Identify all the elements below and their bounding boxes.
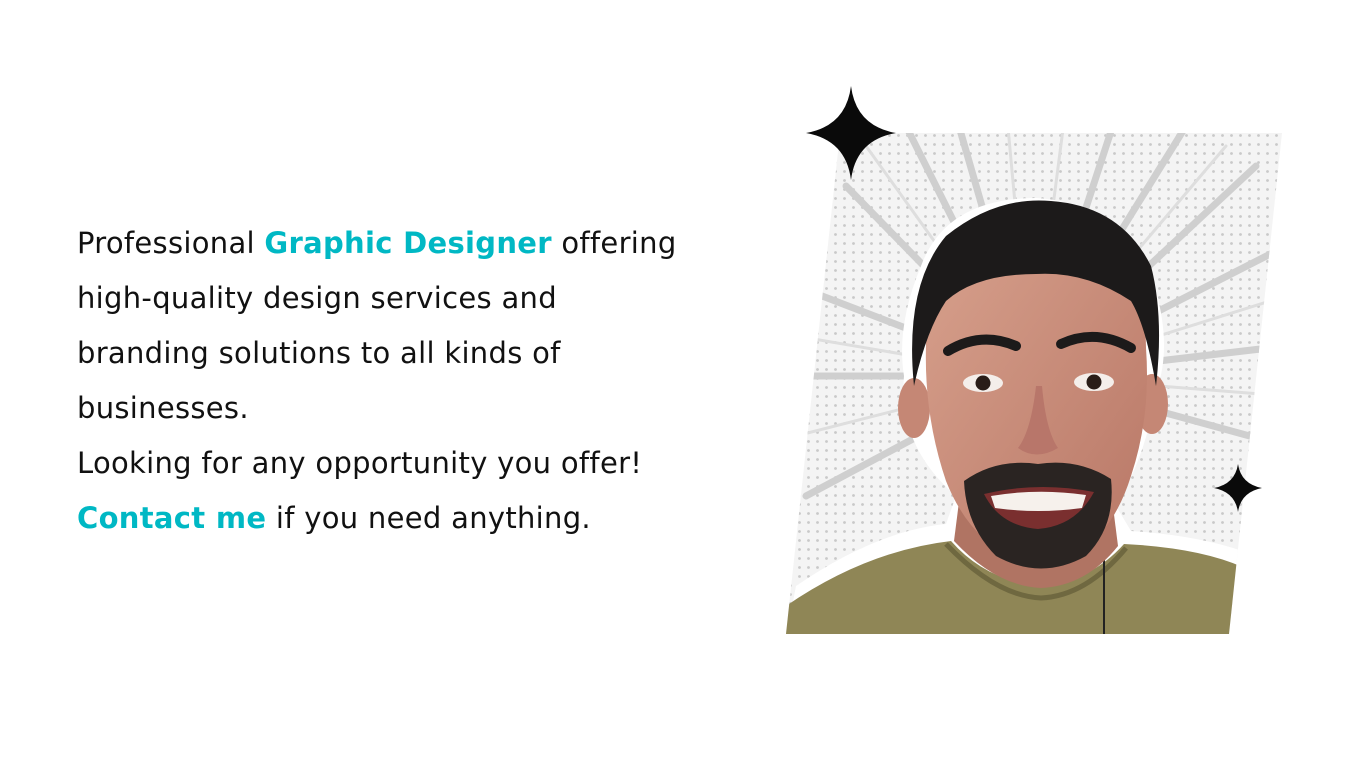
bio-line-6-suffix: if you need anything. bbox=[266, 501, 591, 535]
bio-line-1: Professional Graphic Designer offering bbox=[77, 216, 757, 271]
portrait-svg bbox=[786, 86, 1282, 634]
portrait-illustration bbox=[786, 86, 1286, 638]
bio-line-1-suffix: offering bbox=[551, 226, 677, 260]
bio-line-5: Looking for any opportunity you offer! bbox=[77, 446, 643, 480]
profile-page: Professional Graphic Designer offering h… bbox=[0, 0, 1366, 768]
job-title-highlight: Graphic Designer bbox=[264, 226, 552, 260]
bio-line-2: high-quality design services and bbox=[77, 281, 557, 315]
bio-line-4: businesses. bbox=[77, 391, 249, 425]
bio-line-3: branding solutions to all kinds of bbox=[77, 336, 561, 370]
bio-line-1-prefix: Professional bbox=[77, 226, 265, 260]
contact-me-link[interactable]: Contact me bbox=[77, 501, 266, 535]
bio-line-6: Contact me if you need anything. bbox=[77, 491, 757, 546]
bio-text: Professional Graphic Designer offering h… bbox=[77, 216, 757, 546]
